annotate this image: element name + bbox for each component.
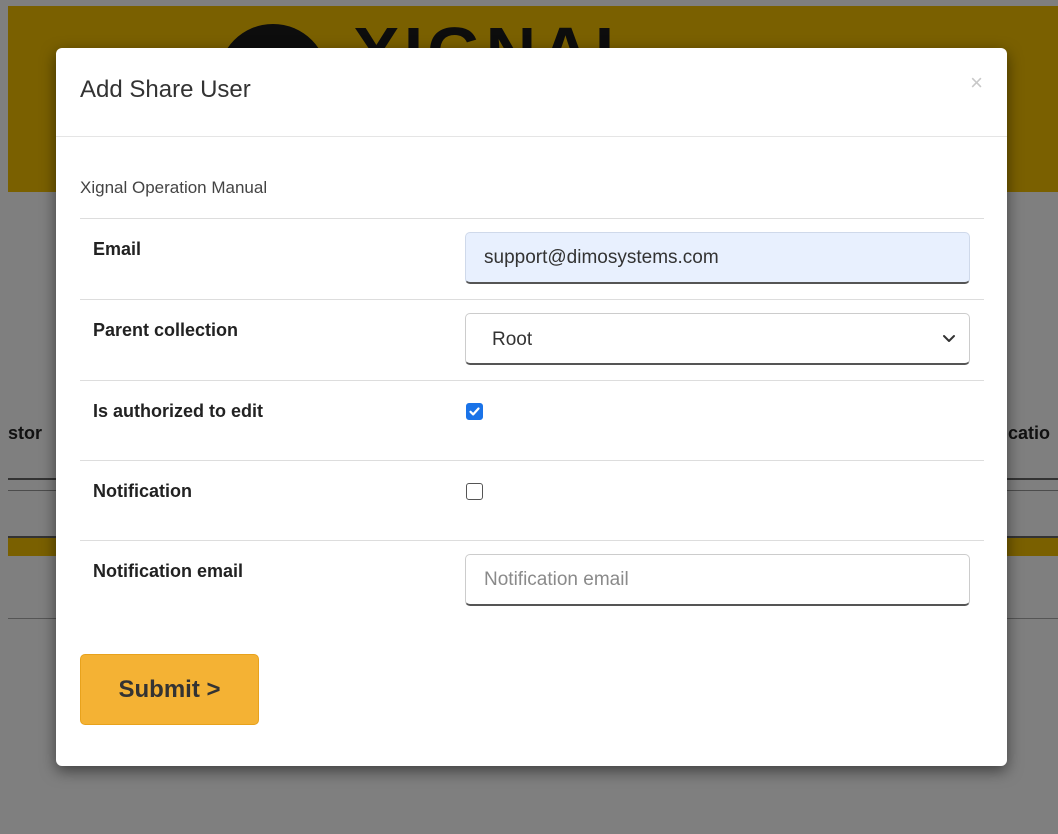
authorized-checkbox[interactable] (466, 403, 483, 420)
modal-title: Add Share User (80, 76, 251, 103)
modal-header: Add Share User × (56, 48, 1007, 137)
email-label: Email (93, 239, 142, 259)
notification-checkbox[interactable] (466, 483, 483, 500)
email-row: Email (80, 218, 984, 299)
parent-collection-value: Root (492, 329, 533, 350)
parent-collection-label: Parent collection (93, 320, 239, 340)
add-share-user-modal: Add Share User × Xignal Operation Manual… (56, 48, 1007, 766)
authorized-label: Is authorized to edit (93, 401, 264, 421)
notification-email-field[interactable] (465, 554, 970, 606)
parent-collection-row: Parent collection Root (80, 299, 984, 380)
submit-button[interactable]: Submit > (80, 654, 259, 725)
notification-email-label: Notification email (93, 561, 244, 581)
collection-name: Xignal Operation Manual (80, 178, 268, 197)
email-field[interactable] (465, 232, 970, 284)
chevron-down-icon (941, 330, 957, 346)
check-icon (469, 407, 480, 416)
notification-email-row: Notification email (80, 540, 984, 621)
close-button[interactable]: × (970, 72, 983, 94)
parent-collection-select[interactable]: Root (465, 313, 970, 365)
notification-label: Notification (93, 481, 192, 501)
authorized-row: Is authorized to edit (80, 380, 984, 461)
notification-row: Notification (80, 460, 984, 541)
